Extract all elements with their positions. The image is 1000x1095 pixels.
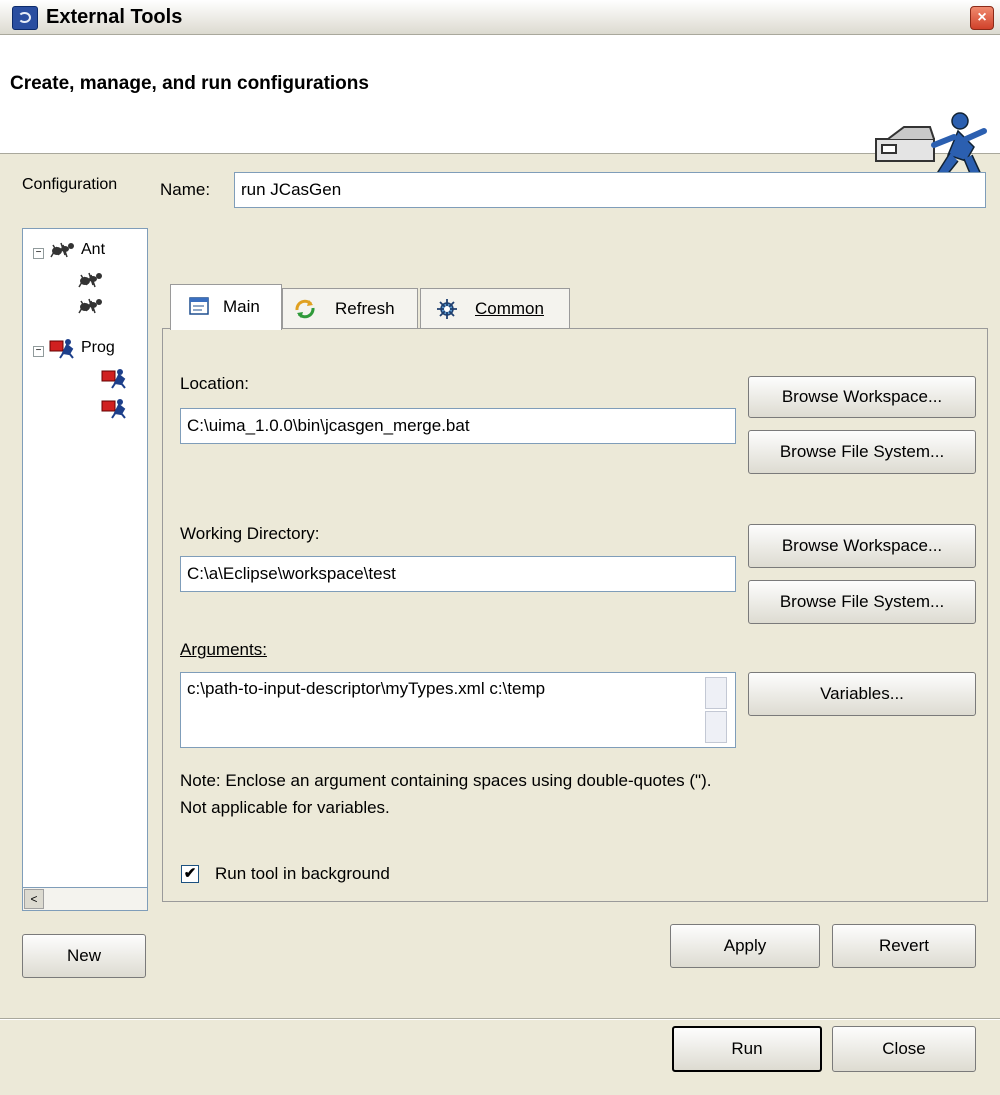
run-in-background-label[interactable]: Run tool in background xyxy=(215,864,390,884)
tab-common[interactable]: Common xyxy=(420,288,570,328)
note-line-2: Not applicable for variables. xyxy=(180,798,390,817)
configurations-label: Configuration xyxy=(22,176,118,193)
scroll-left-button[interactable]: < xyxy=(24,889,44,909)
arguments-textarea[interactable]: c:\path-to-input-descriptor\myTypes.xml … xyxy=(180,672,736,748)
arguments-label: Arguments: xyxy=(180,640,267,659)
tab-refresh[interactable]: Refresh xyxy=(282,288,418,328)
browse-workspace-button[interactable]: Browse Workspace... xyxy=(748,376,976,418)
close-button[interactable]: Close xyxy=(832,1026,976,1072)
refresh-icon xyxy=(295,299,315,319)
window-title: External Tools xyxy=(46,6,183,28)
collapse-icon[interactable]: − xyxy=(33,346,44,357)
new-button-label: New xyxy=(66,946,101,965)
tab-main[interactable]: Main xyxy=(170,284,282,330)
variables-button[interactable]: Variables... xyxy=(748,672,976,716)
eclipse-icon xyxy=(12,6,38,30)
run-in-background-checkbox[interactable]: ✔ xyxy=(181,865,199,883)
tree-item-program[interactable]: − Prog xyxy=(23,337,147,363)
note-line-1: Note: Enclose an argument containing spa… xyxy=(180,771,712,790)
location-label: Location: xyxy=(180,374,249,393)
tree-item-ant-config[interactable] xyxy=(23,269,147,295)
tab-main-label: Main xyxy=(223,297,260,316)
program-icon xyxy=(101,399,126,419)
collapse-icon[interactable]: − xyxy=(33,248,44,259)
title-bar: External Tools × xyxy=(0,0,1000,35)
arguments-value: c:\path-to-input-descriptor\myTypes.xml … xyxy=(187,679,546,698)
ant-icon xyxy=(78,298,102,314)
working-directory-input[interactable]: C:\a\Eclipse\workspace\test xyxy=(180,556,736,592)
ant-icon xyxy=(78,272,102,288)
browse-file-system-button[interactable]: Browse File System... xyxy=(748,430,976,474)
browse-file-system-button-2[interactable]: Browse File System... xyxy=(748,580,976,624)
scroll-down-button[interactable] xyxy=(705,711,727,743)
browse-workspace-button-2[interactable]: Browse Workspace... xyxy=(748,524,976,568)
tab-common-label: Common xyxy=(475,299,544,318)
footer-separator xyxy=(0,1018,1000,1020)
run-button[interactable]: Run xyxy=(672,1026,822,1072)
tree-item-program-config[interactable] xyxy=(23,367,147,393)
tree-item-ant-config[interactable] xyxy=(23,295,147,321)
common-icon xyxy=(437,299,457,319)
apply-button[interactable]: Apply xyxy=(670,924,820,968)
close-window-button[interactable]: × xyxy=(970,6,994,30)
configurations-tree[interactable]: − Ant − Prog xyxy=(22,228,148,888)
main-tab-icon xyxy=(189,297,209,315)
revert-button[interactable]: Revert xyxy=(832,924,976,968)
tree-item-label: Ant xyxy=(81,241,106,258)
arguments-note: Note: Enclose an argument containing spa… xyxy=(180,767,711,821)
header-title: Create, manage, and run configurations xyxy=(10,73,369,94)
tree-horizontal-scrollbar[interactable]: < xyxy=(22,887,148,911)
new-configuration-button[interactable]: New xyxy=(22,934,146,978)
program-icon xyxy=(49,339,74,359)
external-tools-dialog: External Tools × Create, manage, and run… xyxy=(0,0,1000,1095)
name-label: Name: xyxy=(160,180,211,199)
tab-refresh-label: Refresh xyxy=(335,299,395,318)
dialog-header: Create, manage, and run configurations xyxy=(0,35,1000,184)
name-input[interactable]: run JCasGen xyxy=(234,172,986,208)
tree-item-ant[interactable]: − Ant xyxy=(23,239,147,265)
location-input[interactable]: C:\uima_1.0.0\bin\jcasgen_merge.bat xyxy=(180,408,736,444)
tree-item-program-config[interactable] xyxy=(23,397,147,423)
program-icon xyxy=(101,369,126,389)
working-directory-label: Working Directory: xyxy=(180,524,320,543)
scroll-up-button[interactable] xyxy=(705,677,727,709)
tree-item-label: Prog xyxy=(81,339,115,356)
ant-icon xyxy=(50,242,74,258)
